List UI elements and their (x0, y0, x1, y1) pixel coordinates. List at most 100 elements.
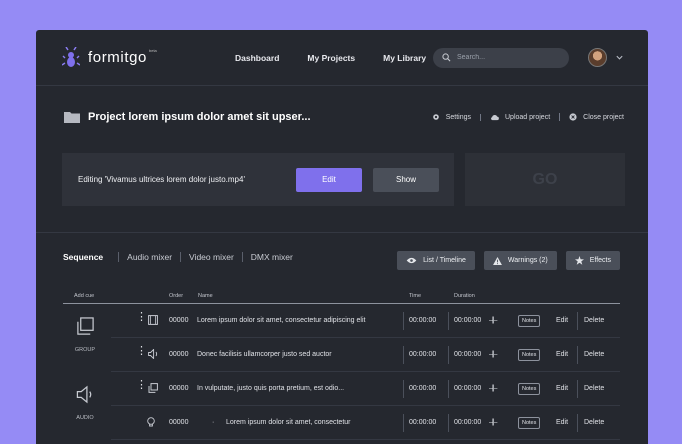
table-row[interactable]: ⋮ 00000 Lorem ipsum dolor sit amet, consec… (111, 304, 620, 338)
cue-audio-palette[interactable]: AUDIO (63, 375, 107, 421)
divider (403, 346, 404, 364)
row-name: Donec facilisis ullamcorper justo sed au… (197, 351, 332, 358)
divider (577, 380, 578, 398)
editing-panel: Editing 'Vivamus ultrices lorem dolor ju… (62, 153, 454, 206)
editing-label: Editing 'Vivamus ultrices lorem dolor ju… (78, 175, 245, 184)
tab-sequence[interactable]: Sequence (63, 252, 118, 262)
table-row[interactable]: ⋮ 00000 In vulputate, justo quis porta pre… (111, 372, 620, 406)
list-timeline-button[interactable]: List / Timeline (397, 251, 475, 270)
nav-my-projects[interactable]: My Projects (307, 53, 355, 63)
eye-icon (406, 257, 417, 264)
row-duration: 00:00:00 (454, 317, 482, 324)
tab-audio-mixer[interactable]: Audio mixer (118, 252, 180, 262)
project-title: Project lorem ipsum dolor amet sit upser… (88, 111, 311, 123)
show-button[interactable]: Show (373, 167, 439, 192)
header-time: Time (409, 293, 422, 299)
nav-my-library[interactable]: My Library (383, 53, 426, 63)
search-bar[interactable] (433, 47, 569, 68)
upload-project-button[interactable]: Upload project (480, 113, 559, 121)
warnings-label: Warnings (2) (507, 257, 548, 264)
row-name: In vulputate, justo quis porta pretium, … (197, 385, 345, 392)
drag-handle-icon[interactable]: ⋮ (136, 380, 147, 391)
brand-name: formitgo (88, 49, 147, 66)
table-row[interactable]: 00000 · Lorem ipsum dolor sit amet, consec… (111, 406, 620, 440)
delete-row-button[interactable]: Delete (584, 385, 604, 392)
tab-dmx-mixer[interactable]: DMX mixer (241, 252, 301, 262)
cue-group-palette[interactable]: GROUP (63, 306, 107, 353)
table-row[interactable]: ⋮ 00000 Donec facilisis ullamcorper justo … (111, 338, 620, 372)
project-header: Project lorem ipsum dolor amet sit upser… (36, 86, 648, 148)
project-actions: Settings Upload project Close project (423, 113, 624, 121)
effects-label: Effects (589, 257, 611, 264)
chevron-down-icon[interactable] (615, 53, 624, 62)
notes-button[interactable]: Notes (518, 417, 541, 429)
row-order: 00000 (169, 419, 189, 426)
warnings-button[interactable]: Warnings (2) (483, 251, 557, 270)
row-order: 00000 (169, 351, 189, 358)
nav-dashboard[interactable]: Dashboard (235, 53, 279, 63)
folder-icon (64, 112, 80, 123)
search-icon (442, 53, 451, 62)
sequence-toolbar: List / Timeline Warnings (2) Effects (397, 251, 620, 270)
drag-handle-icon[interactable]: ⋮ (136, 346, 147, 357)
tab-video-mixer[interactable]: Video mixer (180, 252, 242, 262)
bulb-icon (147, 417, 155, 430)
divider (403, 414, 404, 432)
divider (448, 380, 449, 398)
notes-button[interactable]: Notes (518, 383, 541, 395)
row-duration: 00:00:00 (454, 419, 482, 426)
cloud-upload-icon (491, 114, 499, 120)
star-icon (574, 256, 584, 265)
main-nav: Dashboard My Projects My Library (235, 53, 426, 63)
pause-marker-icon[interactable]: –||– (489, 385, 498, 392)
ant-logo-icon (62, 46, 80, 67)
child-indent-dot: · (212, 419, 215, 426)
pause-marker-icon[interactable]: –||– (489, 317, 498, 324)
brand-tm: beta (149, 48, 157, 53)
edit-row-button[interactable]: Edit (556, 317, 568, 324)
edit-button[interactable]: Edit (296, 167, 362, 192)
close-project-label: Close project (583, 113, 624, 121)
cue-audio-label: AUDIO (76, 415, 94, 421)
close-circle-icon (569, 113, 577, 121)
go-button[interactable]: GO (465, 153, 625, 206)
film-icon (148, 315, 158, 327)
brand[interactable]: formitgo beta (62, 46, 210, 69)
divider (403, 380, 404, 398)
row-order: 00000 (169, 317, 189, 324)
speaker-icon (76, 385, 92, 404)
user-avatar[interactable] (588, 48, 607, 67)
row-duration: 00:00:00 (454, 351, 482, 358)
divider (448, 346, 449, 364)
app-window: formitgo beta Dashboard My Projects My Li… (36, 30, 648, 444)
header-add-cue: Add cue (74, 293, 95, 299)
drag-handle-icon[interactable]: ⋮ (136, 312, 147, 323)
divider (448, 414, 449, 432)
delete-row-button[interactable]: Delete (584, 419, 604, 426)
delete-row-button[interactable]: Delete (584, 351, 604, 358)
settings-button[interactable]: Settings (423, 113, 480, 121)
close-project-button[interactable]: Close project (559, 113, 624, 121)
header-order: Order (169, 293, 184, 299)
cue-group-label: GROUP (74, 347, 96, 353)
row-order: 00000 (169, 385, 189, 392)
notes-button[interactable]: Notes (518, 349, 541, 361)
edit-row-button[interactable]: Edit (556, 385, 568, 392)
gear-icon (432, 114, 439, 120)
row-name: Lorem ipsum dolor sit amet, consectetur … (197, 317, 366, 324)
warning-icon (492, 256, 502, 265)
notes-button[interactable]: Notes (518, 315, 541, 327)
search-input[interactable] (457, 54, 557, 61)
row-time: 00:00:00 (409, 317, 437, 324)
pause-marker-icon[interactable]: –||– (489, 419, 498, 426)
delete-row-button[interactable]: Delete (584, 317, 604, 324)
divider (577, 312, 578, 330)
list-timeline-label: List / Timeline (423, 257, 466, 264)
divider (577, 346, 578, 364)
edit-row-button[interactable]: Edit (556, 419, 568, 426)
pause-marker-icon[interactable]: –||– (489, 351, 498, 358)
effects-button[interactable]: Effects (565, 251, 620, 270)
row-name: Lorem ipsum dolor sit amet, consectetur (226, 419, 351, 426)
edit-row-button[interactable]: Edit (556, 351, 568, 358)
row-time: 00:00:00 (409, 419, 437, 426)
